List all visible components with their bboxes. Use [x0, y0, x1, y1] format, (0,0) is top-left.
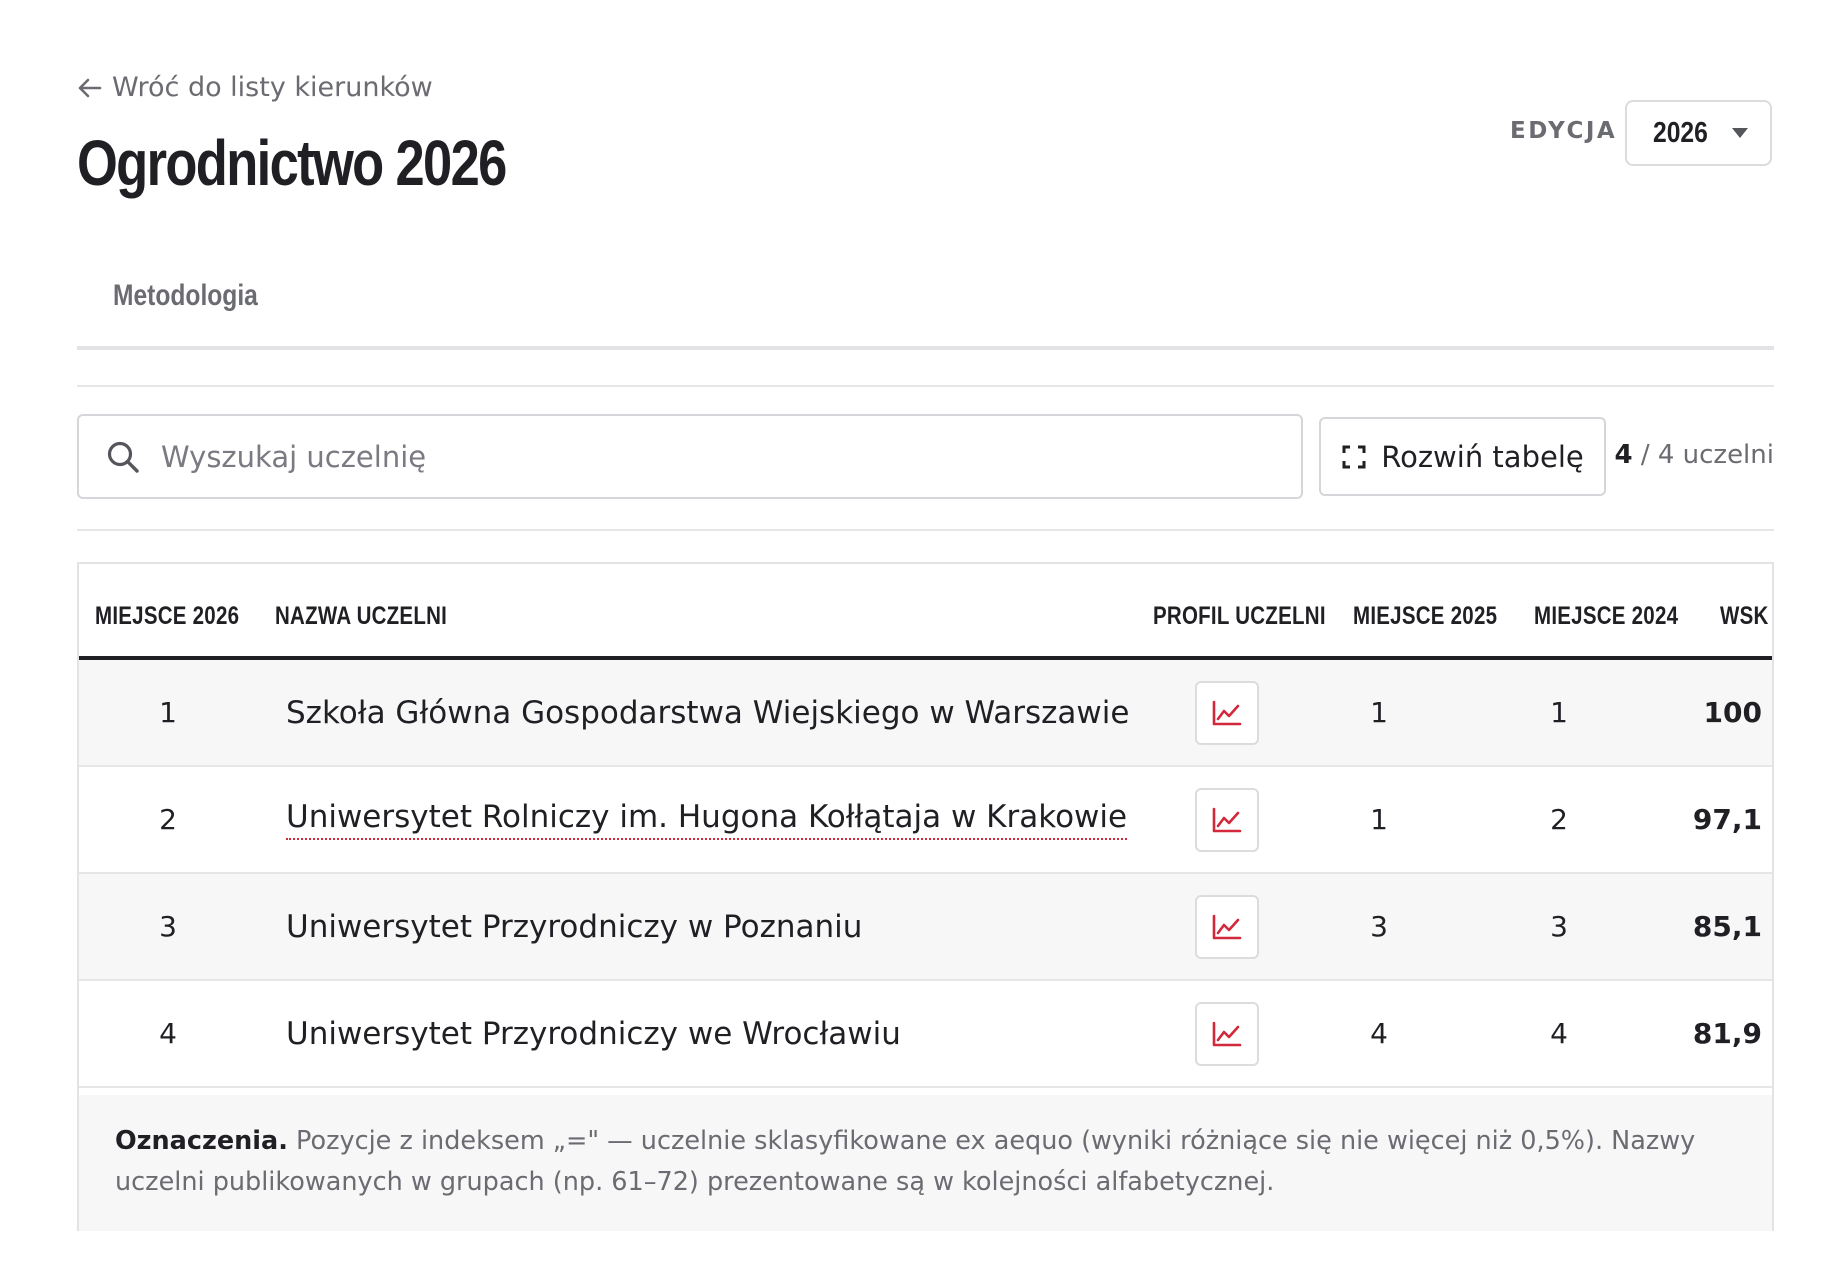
cell-rank-2025: 1 — [1370, 696, 1388, 729]
profile-chart-button[interactable] — [1195, 788, 1259, 852]
search-input[interactable] — [161, 439, 1261, 474]
header-profile: PROFIL UCZELNI — [1153, 602, 1326, 630]
legend: Oznaczenia. Pozycje z indeksem „=" — ucz… — [79, 1095, 1772, 1231]
cell-wsk: 81,9 — [1692, 1017, 1762, 1050]
arrow-left-icon — [78, 78, 102, 97]
line-chart-icon — [1212, 914, 1242, 940]
edition-value: 2026 — [1653, 116, 1708, 149]
back-link[interactable]: Wróć do listy kierunków — [77, 72, 433, 103]
cell-wsk: 85,1 — [1692, 910, 1762, 943]
search-icon — [107, 441, 139, 473]
cell-rank-2025: 3 — [1370, 910, 1388, 943]
legend-title: Oznaczenia. — [115, 1126, 288, 1156]
results-count: 4 / 4 uczelni — [1614, 440, 1774, 470]
tab-methodology[interactable]: Metodologia — [113, 279, 258, 313]
header-rank-2025[interactable]: MIEJSCE 2025 — [1353, 602, 1497, 631]
table-row: 4 Uniwersytet Przyrodniczy we Wrocławiu 4 4… — [79, 981, 1772, 1088]
cell-wsk: 97,1 — [1692, 803, 1762, 836]
header-wsk[interactable]: WSK — [1720, 602, 1769, 631]
line-chart-icon — [1212, 1021, 1242, 1047]
header-university-name[interactable]: NAZWA UCZELNI — [275, 602, 447, 631]
divider — [77, 529, 1774, 531]
profile-chart-button[interactable] — [1195, 1002, 1259, 1066]
profile-chart-button[interactable] — [1195, 681, 1259, 745]
legend-text: Pozycje z indeksem „=" — uczelnie sklasy… — [115, 1126, 1696, 1197]
cell-wsk: 100 — [1703, 696, 1762, 729]
cell-rank-2025: 4 — [1370, 1017, 1388, 1050]
cell-rank-2024: 1 — [1550, 696, 1568, 729]
cell-rank-2024: 4 — [1550, 1017, 1568, 1050]
tabs-divider — [77, 346, 1774, 350]
header-rank-2026[interactable]: MIEJSCE 2026 — [95, 602, 239, 631]
results-shown: 4 — [1614, 440, 1633, 470]
back-link-label: Wróć do listy kierunków — [112, 72, 433, 103]
header-rank-2024[interactable]: MIEJSCE 2024 — [1534, 602, 1678, 631]
table-row: 2 Uniwersytet Rolniczy im. Hugona Kołłąta… — [79, 767, 1772, 874]
caret-down-icon — [1732, 128, 1748, 138]
ranking-table: MIEJSCE 2026 NAZWA UCZELNI PROFIL UCZELN… — [77, 562, 1774, 1231]
table-row: 1 Szkoła Główna Gospodarstwa Wiejskiego w… — [79, 660, 1772, 767]
cell-rank-2026: 2 — [159, 803, 177, 836]
divider — [77, 385, 1774, 387]
expand-icon — [1342, 445, 1366, 468]
results-total: / 4 uczelni — [1640, 440, 1774, 470]
table-row: 3 Uniwersytet Przyrodniczy w Poznaniu 3 3 85… — [79, 874, 1772, 981]
line-chart-icon — [1212, 807, 1242, 833]
cell-university-name: Uniwersytet Przyrodniczy we Wrocławiu — [286, 981, 901, 1086]
university-name: Uniwersytet Przyrodniczy w Poznaniu — [286, 908, 863, 945]
search-field[interactable] — [77, 414, 1303, 499]
profile-chart-button[interactable] — [1195, 895, 1259, 959]
university-name[interactable]: Uniwersytet Rolniczy im. Hugona Kołłątaj… — [286, 799, 1128, 840]
edition-label: EDYCJA — [1510, 118, 1618, 144]
table-header: MIEJSCE 2026 NAZWA UCZELNI PROFIL UCZELN… — [79, 564, 1772, 660]
cell-university-name: Uniwersytet Przyrodniczy w Poznaniu — [286, 874, 862, 979]
expand-table-label: Rozwiń tabelę — [1381, 439, 1584, 474]
cell-rank-2024: 3 — [1550, 910, 1568, 943]
cell-university-name[interactable]: Uniwersytet Rolniczy im. Hugona Kołłątaj… — [286, 767, 1128, 872]
university-name: Uniwersytet Przyrodniczy we Wrocławiu — [286, 1015, 901, 1052]
expand-table-button[interactable]: Rozwiń tabelę — [1319, 417, 1606, 496]
line-chart-icon — [1212, 700, 1242, 726]
table-body: 1 Szkoła Główna Gospodarstwa Wiejskiego w… — [79, 660, 1772, 1088]
cell-rank-2026: 4 — [159, 1017, 177, 1050]
page-title: Ogrodnictwo 2026 — [77, 127, 507, 199]
cell-rank-2025: 1 — [1370, 803, 1388, 836]
edition-select[interactable]: 2026 — [1625, 100, 1772, 166]
university-name: Szkoła Główna Gospodarstwa Wiejskiego w … — [286, 694, 1130, 731]
cell-rank-2026: 3 — [159, 910, 177, 943]
cell-rank-2024: 2 — [1550, 803, 1568, 836]
cell-rank-2026: 1 — [159, 696, 177, 729]
cell-university-name: Szkoła Główna Gospodarstwa Wiejskiego w … — [286, 660, 1129, 765]
